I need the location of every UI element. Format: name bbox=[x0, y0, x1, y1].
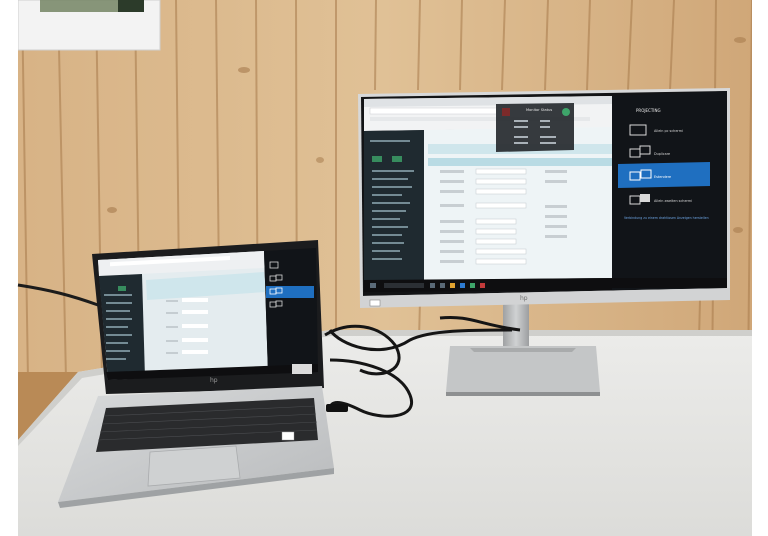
popup-logo-icon bbox=[502, 108, 510, 116]
projection-option-label: Allein pc schermi bbox=[654, 129, 683, 133]
wall-poster bbox=[17, 0, 161, 51]
monitor-sticker bbox=[369, 299, 381, 307]
projection-option-label: Estendere bbox=[654, 175, 671, 179]
projection-title: PROJECTING bbox=[636, 108, 661, 113]
content-teal-bar bbox=[428, 158, 612, 166]
laptop-screen-label bbox=[292, 364, 312, 374]
photo-right-border bbox=[752, 0, 768, 536]
photo-left-border bbox=[0, 0, 18, 536]
monitor-status-popup: Monitor Status bbox=[496, 103, 574, 152]
photo-scene: hp Monitor Status PROJECTING Allein pc s… bbox=[0, 0, 768, 536]
laptop-screen: hp bbox=[98, 248, 318, 384]
monitor-hp-logo: hp bbox=[520, 295, 528, 302]
laptop-sticker bbox=[281, 431, 295, 441]
projection-panel: PROJECTING Allein pc schermi Duplicare E… bbox=[612, 91, 727, 290]
projection-option-label: Duplicare bbox=[654, 152, 670, 156]
projection-option-extend[interactable]: Estendere bbox=[618, 162, 710, 188]
monitor-screen: Monitor Status bbox=[364, 96, 612, 292]
popup-title: Monitor Status bbox=[526, 108, 552, 112]
projection-option-label: Allein zweiten schermi bbox=[654, 199, 692, 203]
wireless-display-link[interactable]: Verbindung zu einem drahtlosen Anzeigen … bbox=[624, 216, 709, 220]
popup-status-icon bbox=[562, 108, 570, 116]
laptop-extend-selected bbox=[266, 286, 314, 298]
external-monitor: hp Monitor Status PROJECTING Allein pc s… bbox=[358, 88, 730, 308]
laptop-projection-panel bbox=[264, 248, 318, 374]
laptop-hp-logo: hp bbox=[210, 377, 218, 384]
usb-c-plug bbox=[326, 404, 348, 412]
